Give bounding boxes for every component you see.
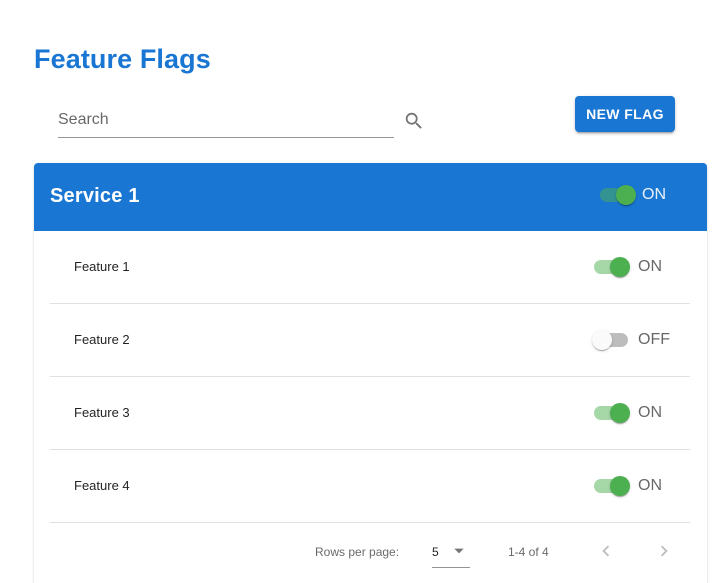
feature-row: Feature 1 ON bbox=[50, 231, 690, 304]
feature-toggle-state: ON bbox=[638, 404, 662, 421]
feature-toggle-state: ON bbox=[638, 477, 662, 494]
rows-per-page-value: 5 bbox=[432, 545, 439, 559]
feature-row: Feature 3 ON bbox=[50, 377, 690, 450]
switch-thumb bbox=[616, 185, 636, 205]
previous-page-button[interactable] bbox=[594, 539, 618, 563]
feature-row: Feature 4 ON bbox=[50, 450, 690, 523]
feature-4-toggle[interactable] bbox=[592, 474, 630, 498]
search-input[interactable] bbox=[58, 103, 394, 137]
search-icon bbox=[405, 112, 422, 129]
feature-2-toggle[interactable] bbox=[592, 328, 630, 352]
pagination-range: 1-4 of 4 bbox=[508, 545, 549, 559]
rows-per-page-label: Rows per page: bbox=[315, 545, 400, 559]
page-title: Feature Flags bbox=[34, 44, 211, 74]
service-toggle-state: ON bbox=[642, 186, 666, 203]
service-card: Service 1 ON Feature 1 ON Feature 2 OFF … bbox=[34, 163, 707, 583]
table-pagination: Rows per page: 5 1-4 of 4 bbox=[34, 535, 707, 575]
switch-thumb bbox=[610, 476, 630, 496]
switch-thumb bbox=[610, 403, 630, 423]
service-toggle[interactable] bbox=[598, 183, 636, 207]
feature-toggle-state: OFF bbox=[638, 331, 670, 348]
switch-thumb bbox=[610, 257, 630, 277]
next-page-button[interactable] bbox=[652, 539, 676, 563]
switch-thumb bbox=[592, 330, 612, 350]
feature-name: Feature 1 bbox=[74, 259, 130, 274]
search-button[interactable] bbox=[402, 109, 426, 133]
feature-3-toggle[interactable] bbox=[592, 401, 630, 425]
feature-row: Feature 2 OFF bbox=[50, 304, 690, 377]
service-name: Service 1 bbox=[50, 185, 140, 207]
feature-name: Feature 3 bbox=[74, 405, 130, 420]
search-field[interactable] bbox=[58, 103, 394, 138]
feature-toggle-state: ON bbox=[638, 258, 662, 275]
chevron-left-icon bbox=[602, 545, 610, 557]
feature-name: Feature 2 bbox=[74, 332, 130, 347]
rows-per-page-select[interactable]: 5 bbox=[432, 535, 470, 568]
service-header: Service 1 ON bbox=[34, 163, 707, 231]
arrow-drop-down-icon bbox=[454, 548, 464, 554]
feature-1-toggle[interactable] bbox=[592, 255, 630, 279]
new-flag-button[interactable]: NEW FLAG bbox=[575, 96, 675, 132]
feature-name: Feature 4 bbox=[74, 478, 130, 493]
chevron-right-icon bbox=[660, 545, 668, 557]
